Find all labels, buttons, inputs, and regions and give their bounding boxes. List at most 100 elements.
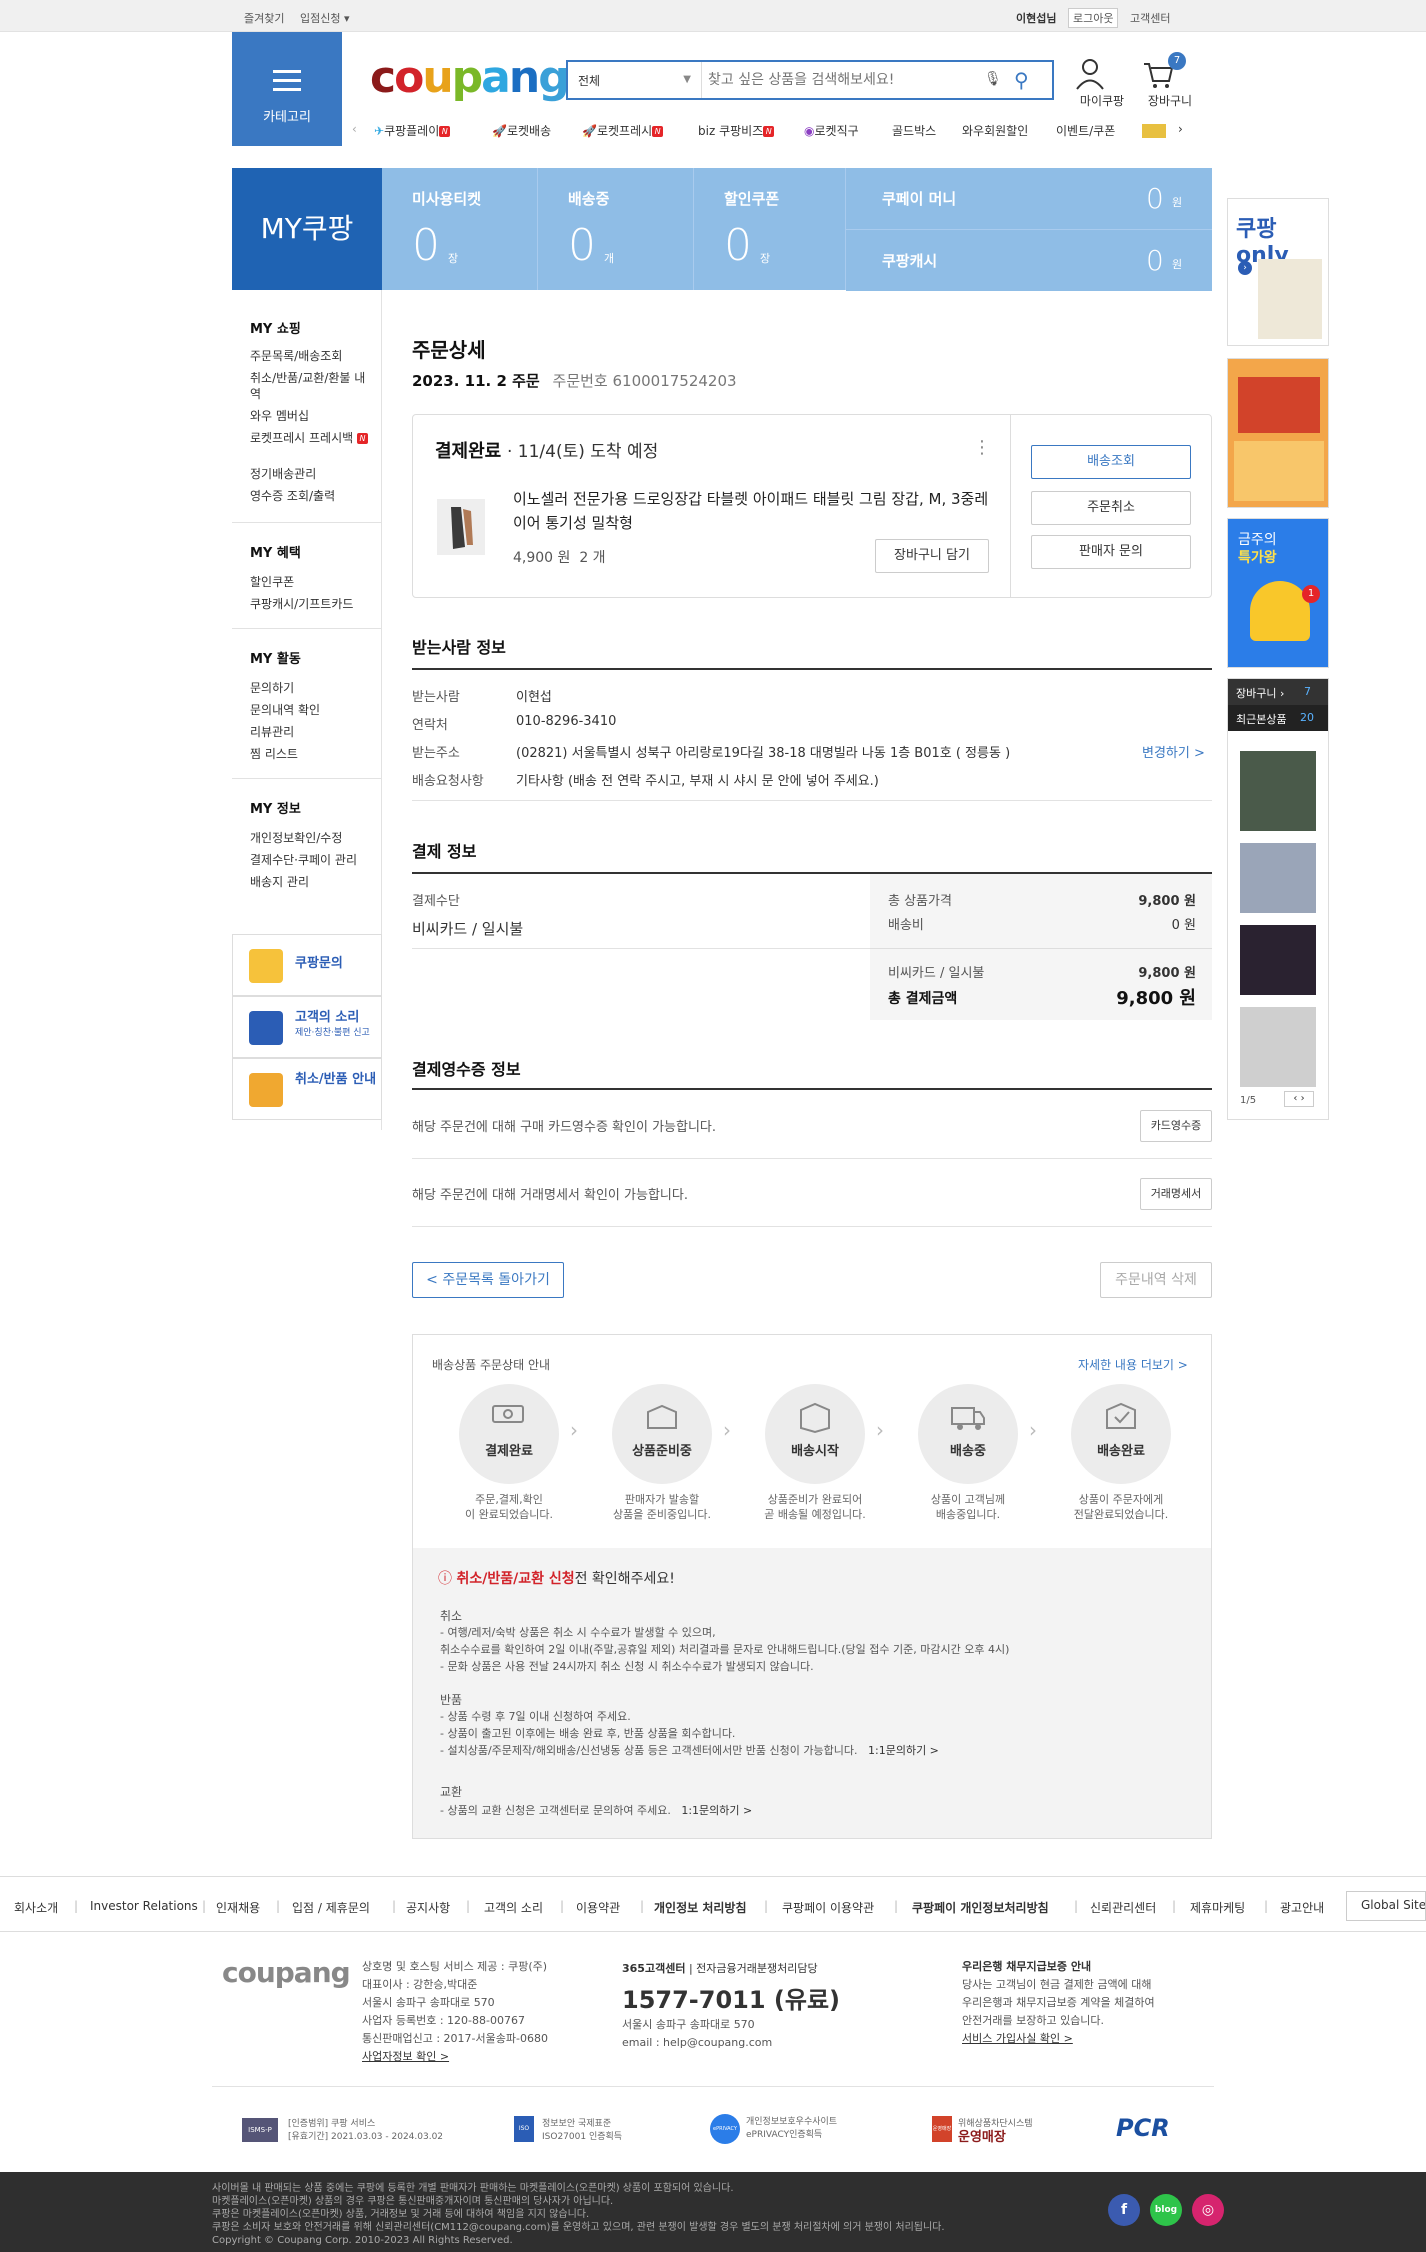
footer-link-trust[interactable]: 신뢰관리센터 [1090,1899,1156,1916]
track-delivery-button[interactable]: 배송조회 [1031,445,1191,479]
chevron-right-icon[interactable]: › [1178,122,1183,136]
footer-link-notice[interactable]: 공지사항 [406,1899,450,1916]
tile-shipping[interactable]: 배송중 0 개 [538,168,693,290]
footer-link-ads[interactable]: 광고안내 [1280,1899,1324,1916]
sidebar-item-payment-methods[interactable]: 결제수단·쿠페이 관리 [250,852,370,868]
tile-coupang-cash[interactable]: 쿠팡캐시 0 원 [846,230,1212,291]
ask-seller-button[interactable]: 판매자 문의 [1031,535,1191,569]
total-label: 총 결제금액 [888,991,958,1007]
business-info-link[interactable]: 사업자정보 확인 > [362,2048,548,2066]
cert-iso: 정보보안 국제표준 ISO27001 인증획득 [542,2119,623,2142]
more-options-icon[interactable]: ⋮ [973,437,991,458]
tile-coupons[interactable]: 할인쿠폰 0 장 [694,168,845,290]
nav-more-thumbnail[interactable] [1142,124,1166,138]
rail-coupang-only-ad[interactable]: 쿠팡only › [1227,198,1329,346]
recent-pager-arrows[interactable]: ‹ › [1284,1091,1314,1107]
add-to-cart-button[interactable]: 장바구니 담기 [875,539,989,573]
footer-link-pay-terms[interactable]: 쿠팡페이 이용약관 [782,1899,874,1916]
footer-link-about[interactable]: 회사소개 [14,1899,58,1916]
sidebar-box-return-guide[interactable]: 취소/반품 안내 [232,1058,382,1120]
footer-link-ir[interactable]: Investor Relations [90,1899,198,1913]
change-address-link[interactable]: 변경하기 > [1142,742,1205,761]
pcr-logo: PCR [1116,2114,1170,2142]
footer-link-affiliate[interactable]: 제휴마케팅 [1190,1899,1245,1916]
eprivacy-logo: ePRIVACY [710,2114,740,2144]
seller-link[interactable]: 입점신청 ▾ [300,10,350,26]
footer-logo[interactable]: coupang [222,1956,351,1989]
recent-item-thermos[interactable] [1240,751,1316,831]
nav-wow[interactable]: 와우회원할인 [962,122,1028,139]
footer-link-voice[interactable]: 고객의 소리 [484,1899,543,1916]
back-to-orders-button[interactable]: < 주문목록 돌아가기 [412,1262,564,1298]
footer-link-privacy[interactable]: 개인정보 처리방침 [654,1899,747,1916]
shipping-fee: 0 원 [1171,918,1196,933]
cancel-order-button[interactable]: 주문취소 [1031,491,1191,525]
statement-button[interactable]: 거래명세서 [1140,1178,1212,1210]
tile-coupay-money[interactable]: 쿠페이 머니 0 원 [846,168,1212,229]
sidebar-item-wishlist[interactable]: 찜 리스트 [250,746,370,762]
category-label: 카테고리 [263,110,311,125]
sidebar-item-cash[interactable]: 쿠팡캐시/기프트카드 [250,596,370,612]
bookmark-link[interactable]: 즐겨찾기 [244,10,284,26]
nav-rocket[interactable]: 🚀로켓배송 [492,122,551,139]
rail-accommodation-ad[interactable] [1227,358,1329,508]
footer-link-pay-privacy[interactable]: 쿠팡페이 개인정보처리방침 [912,1899,1049,1916]
sidebar-item-wow[interactable]: 와우 멤버십 [250,408,370,424]
tile-tickets[interactable]: 미사용티켓 0 장 [382,168,537,290]
search-input[interactable] [708,66,978,94]
inquiry-link[interactable]: 1:1문의하기 > [681,1804,752,1817]
instagram-icon[interactable]: ◎ [1192,2194,1224,2226]
steps-more-link[interactable]: 자세한 내용 더보기 > [1078,1356,1188,1373]
nav-goldbox[interactable]: 골드박스 [892,122,936,139]
card-receipt-button[interactable]: 카드영수증 [1140,1110,1212,1142]
recent-item-groomer[interactable] [1240,1007,1316,1087]
footer-link-terms[interactable]: 이용약관 [576,1899,620,1916]
nav-event[interactable]: 이벤트/쿠폰 [1056,122,1115,139]
chevron-left-icon[interactable]: ‹ [352,122,357,136]
sidebar-item-addresses[interactable]: 배송지 관리 [250,874,370,890]
recent-item-laptop[interactable] [1240,843,1316,913]
sidebar-item-inquiry-history[interactable]: 문의내역 확인 [250,702,370,718]
sidebar-item-profile[interactable]: 개인정보확인/수정 [250,830,370,846]
sidebar-item-receipts[interactable]: 영수증 조회/출력 [250,488,370,504]
global-site-select[interactable]: Global Site [1346,1891,1426,1921]
logout-button[interactable]: 로그아웃 [1068,8,1119,28]
sidebar-item-freshbag[interactable]: 로켓프레시 프레시백 N [250,430,370,446]
search-icon[interactable]: ⚲ [1014,68,1029,92]
product-name[interactable]: 이노셀러 전문가용 드로잉장갑 타블렛 아이패드 태블릿 그림 장갑, M, 3… [513,487,993,535]
total-amount: 9,800 원 [1116,988,1196,1009]
nav-coupangplay[interactable]: ✈쿠팡플레이 N [374,122,451,139]
sidebar-item-orders[interactable]: 주문목록/배송조회 [250,348,370,364]
step-desc: 판매자가 발송할 상품을 준비중입니다. [612,1493,712,1521]
facebook-icon[interactable]: f [1108,2194,1140,2226]
footer-link-careers[interactable]: 인재채용 [216,1899,260,1916]
sidebar-box-voice[interactable]: 고객의 소리 제안·칭찬·불편 신고 [232,996,382,1058]
recent-item-gaming-laptop[interactable] [1240,925,1316,995]
inquiry-link[interactable]: 1:1문의하기 > [868,1744,939,1757]
sidebar-item-reviews[interactable]: 리뷰관리 [250,724,370,740]
blog-icon[interactable]: blog [1150,2194,1182,2226]
nav-rocketdirect[interactable]: ◉로켓직구 [804,122,859,139]
nav-biz[interactable]: biz 쿠팡비즈 N [698,122,775,139]
my-coupang-banner[interactable]: MY쿠팡 [232,168,382,290]
customer-center-link[interactable]: 고객센터 [1130,10,1170,26]
service-join-link[interactable]: 서비스 가입사실 확인 > [962,2030,1155,2048]
rail-recent[interactable]: 최근본상품 20 [1228,705,1328,731]
coupang-logo[interactable]: coupang [370,52,570,103]
sidebar-item-subscription[interactable]: 정기배송관리 [250,466,370,482]
category-button[interactable]: 카테고리 [232,32,342,146]
product-thumbnail[interactable] [437,499,485,555]
sidebar-item-coupons[interactable]: 할인쿠폰 [250,574,370,590]
microphone-icon[interactable]: 🎙 [984,71,1002,87]
sidebar-item-refunds[interactable]: 취소/반품/교환/환불 내역 [250,370,370,402]
search-category-select[interactable]: 전체 ▼ [568,62,702,98]
sidebar-box-inquiry[interactable]: 쿠팡문의 [232,934,382,996]
notice-box [413,1548,1211,1838]
rail-cart[interactable]: 장바구니 › 7 [1228,679,1328,705]
sidebar-item-inquiry[interactable]: 문의하기 [250,680,370,696]
mypage-button[interactable]: 마이쿠팡 [1072,56,1132,109]
footer-link-partner[interactable]: 입점 / 제휴문의 [292,1899,370,1916]
nav-rocketfresh[interactable]: 🚀로켓프레시 N [582,122,664,139]
rail-weekly-deal-ad[interactable]: 금주의 특가왕 1 [1227,518,1329,668]
delete-order-button[interactable]: 주문내역 삭제 [1100,1262,1212,1298]
